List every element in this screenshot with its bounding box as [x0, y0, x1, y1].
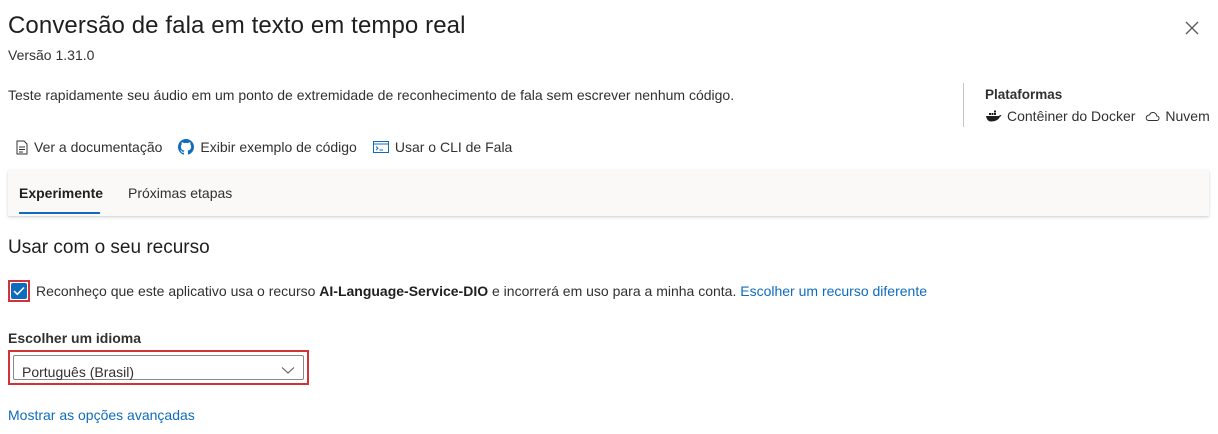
docker-icon [986, 110, 1002, 122]
choose-resource-link[interactable]: Escolher um recurso diferente [740, 283, 927, 299]
ack-resource-name: AI-Language-Service-DIO [319, 283, 489, 299]
terminal-icon [372, 141, 389, 153]
language-selected-value: Português (Brasil) [22, 364, 135, 380]
chevron-down-icon [281, 367, 295, 374]
code-sample-link-label: Exibir exemplo de código [200, 139, 357, 155]
resource-links: Ver a documentação Exibir exemplo de cód… [16, 139, 528, 155]
language-dropdown[interactable]: Português (Brasil) [8, 350, 309, 385]
section-title: Usar com o seu recurso [8, 237, 210, 258]
platforms-title: Plataformas [985, 87, 1063, 102]
platforms-list: Contêiner do Docker Nuvem [985, 108, 1216, 124]
description: Teste rapidamente seu áudio em um ponto … [8, 87, 735, 103]
dropdown-field: Português (Brasil) [13, 355, 304, 380]
documentation-link[interactable]: Ver a documentação [16, 139, 162, 155]
version-label: Versão 1.31.0 [8, 47, 95, 63]
documentation-link-label: Ver a documentação [34, 139, 163, 155]
advanced-options-link[interactable]: Mostrar as opções avançadas [8, 407, 195, 423]
tab-bar: Experimente Próximas etapas [8, 170, 1209, 216]
platform-cloud-label: Nuvem [1165, 108, 1210, 124]
platform-docker: Contêiner do Docker [985, 108, 1135, 124]
document-icon [16, 140, 28, 154]
tab-proximas-etapas[interactable]: Próximas etapas [128, 185, 232, 201]
page-title: Conversão de fala em texto em tempo real [8, 12, 466, 39]
platform-docker-label: Contêiner do Docker [1007, 108, 1136, 124]
code-sample-link[interactable]: Exibir exemplo de código [178, 139, 357, 155]
checkmark-icon [13, 286, 25, 296]
speech-cli-link[interactable]: Usar o CLI de Fala [372, 139, 513, 155]
tab-experimente[interactable]: Experimente [19, 185, 103, 201]
close-icon [1185, 21, 1199, 35]
acknowledge-checkbox[interactable] [8, 280, 30, 302]
language-label: Escolher um idioma [8, 330, 142, 346]
cloud-icon [1146, 111, 1160, 121]
ack-suffix: e incorrerá em uso para a minha conta. [488, 283, 737, 299]
github-icon [178, 139, 195, 155]
speech-cli-link-label: Usar o CLI de Fala [394, 139, 513, 155]
active-tab-indicator [19, 212, 100, 214]
platform-cloud: Nuvem [1145, 108, 1210, 124]
ack-prefix: Reconheço que este aplicativo usa o recu… [36, 283, 320, 299]
checkbox-checked [11, 283, 27, 299]
close-button[interactable] [1180, 16, 1204, 40]
acknowledge-text: Reconheço que este aplicativo usa o recu… [36, 283, 927, 299]
divider [963, 83, 964, 127]
